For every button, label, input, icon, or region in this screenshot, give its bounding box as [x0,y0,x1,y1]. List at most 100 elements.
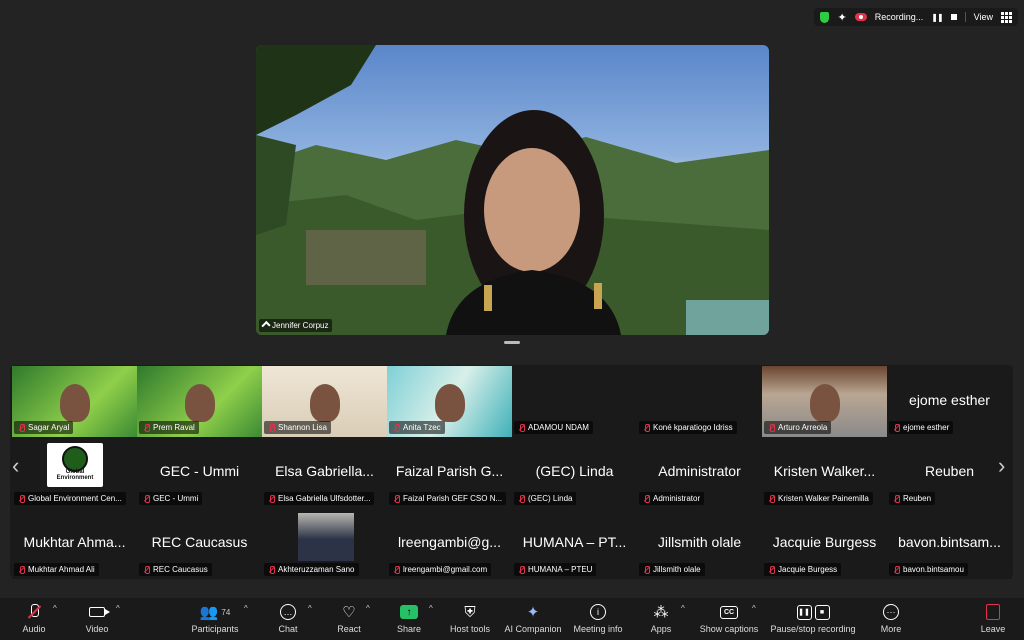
react-options-chevron-icon[interactable]: ^ [366,604,370,613]
participant-tile[interactable]: Prem Raval [137,366,262,437]
active-speaker-video[interactable]: Jennifer Corpuz [256,45,769,335]
apps-button[interactable]: ⁂ Apps [623,602,699,634]
participants-icon: 👥 [199,604,219,621]
gallery-strip: Sagar Aryal Prem Raval Shannon Lisa Anita T… [10,365,1013,579]
participant-tile[interactable]: Jillsmith olale Jillsmith olale [637,508,762,579]
leave-door-icon [986,604,1000,620]
next-page-arrow[interactable]: › [998,453,1005,479]
muted-mic-icon [143,423,150,432]
ai-sparkle-icon[interactable]: ✦ [837,11,846,24]
participant-name: lreengambi@gmail.com [403,565,488,574]
participant-video-figure [185,384,215,422]
participant-tile[interactable]: Jacquie Burgess Jacquie Burgess [762,508,887,579]
muted-mic-icon [18,494,25,503]
shield-icon: ⛨ [464,603,476,621]
participants-options-chevron-icon[interactable]: ^ [244,604,248,613]
participant-name-tag: Jillsmith olale [639,563,705,576]
participant-tile[interactable]: lreengambi@g... lreengambi@gmail.com [387,508,512,579]
participant-video-figure [310,384,340,422]
muted-mic-icon [143,494,150,503]
participant-display-name: lreengambi@g... [398,534,501,550]
ai-companion-label: AI Companion [504,624,562,634]
participant-tile[interactable]: Kristen Walker... Kristen Walker Painemil… [762,437,887,508]
participant-name: Faizal Parish GEF CSO N... [403,494,503,503]
cloud-recording-icon [854,13,867,21]
participant-tile[interactable]: Arturo Arreola [762,366,887,437]
speaker-video-frame [256,45,769,335]
participant-tile[interactable]: Sagar Aryal [12,366,137,437]
participant-tile[interactable]: Elsa Gabriella... Elsa Gabriella Ulfsdott… [262,437,387,508]
participant-tile[interactable]: Shannon Lisa [262,366,387,437]
muted-mic-icon [643,565,650,574]
recording-controls-button[interactable]: ❚❚ ■ Pause/stop recording [763,602,863,634]
pause-icon: ❚❚ [796,604,812,620]
leave-button[interactable]: Leave [955,602,1024,634]
audio-options-chevron-icon[interactable]: ^ [53,604,57,613]
video-options-chevron-icon[interactable]: ^ [116,604,120,613]
participant-name-tag: Mukhtar Ahmad Ali [14,563,99,576]
muted-mic-icon [393,494,400,503]
previous-page-arrow[interactable]: ‹ [12,453,19,479]
camera-icon [89,607,110,617]
participant-display-name: ejome esther [909,392,990,408]
info-icon: i [590,604,606,620]
grid-view-icon[interactable] [1001,11,1012,23]
muted-microphone-icon [28,604,40,620]
participant-tile[interactable]: REC Caucasus REC Caucasus [137,508,262,579]
participant-name: REC Caucasus [153,565,208,574]
participant-name-tag: bavon.bintsamou [889,563,968,576]
video-button[interactable]: Video [59,602,135,634]
participant-name-tag: Administrator [639,492,705,505]
more-button[interactable]: ··· More [853,602,929,634]
participant-tile[interactable]: Akhteruzzaman Sano [262,508,387,579]
participant-name: Reuben [903,494,932,503]
muted-mic-icon [268,423,275,432]
participant-tile[interactable]: Koné kparatiogo Idriss [637,366,762,437]
speaker-name-tag: Jennifer Corpuz [259,319,333,332]
view-button[interactable]: View [974,12,993,22]
participant-name-tag: Global Environment Cen... [14,492,126,505]
participant-name-tag: Arturo Arreola [764,421,832,434]
apps-icon: ⁂ [653,604,669,621]
participant-display-name: Kristen Walker... [773,463,876,479]
muted-mic-icon [768,565,775,574]
participant-tile[interactable]: GEC - Ummi GEC - Ummi [137,437,262,508]
participant-tile[interactable]: (GEC) Linda (GEC) Linda [512,437,637,508]
muted-mic-icon [518,423,525,432]
more-icon: ··· [883,604,899,620]
participant-video-figure [810,384,840,422]
participant-tile[interactable]: Reuben Reuben [887,437,1012,508]
participant-tile[interactable]: Global Environment Global Environment Cen… [12,437,137,508]
participants-button[interactable]: 👥 74 Participants [177,602,253,634]
participant-tile[interactable]: Mukhtar Ahma... Mukhtar Ahmad Ali [12,508,137,579]
share-label: Share [396,624,422,634]
participant-display-name: (GEC) Linda [535,463,614,479]
encryption-shield-icon[interactable] [820,11,830,23]
stop-recording-icon[interactable] [950,14,957,20]
participant-tile[interactable]: HUMANA – PT... HUMANA – PTEU [512,508,637,579]
muted-mic-icon [393,423,400,432]
participant-name-tag: Elsa Gabriella Ulfsdotter... [264,492,375,505]
stop-icon: ■ [814,604,830,620]
participant-tile[interactable]: Administrator Administrator [637,437,762,508]
participant-tile[interactable]: ejome esther ejome esther [887,366,1012,437]
participant-name: Global Environment Cen... [28,494,122,503]
pause-recording-icon[interactable]: ❚❚ [931,13,943,22]
participant-name-tag: Faizal Parish GEF CSO N... [389,492,507,505]
participant-name-tag: HUMANA – PTEU [514,563,597,576]
resize-handle[interactable] [504,341,520,344]
participant-display-name: Elsa Gabriella... [275,463,374,479]
participant-name: Koné kparatiogo Idriss [653,423,733,432]
participant-name-tag: lreengambi@gmail.com [389,563,492,576]
participant-name: Kristen Walker Painemilla [778,494,869,503]
participant-tile[interactable]: bavon.bintsam... bavon.bintsamou [887,508,1012,579]
participant-video-figure [60,384,90,422]
captions-options-chevron-icon[interactable]: ^ [752,604,756,613]
participant-tile[interactable]: Anita Tzec [387,366,512,437]
participant-tile[interactable]: ADAMOU NDAM [512,366,637,437]
participant-name: ADAMOU NDAM [528,423,589,432]
participant-name: Akhteruzzaman Sano [278,565,355,574]
apps-options-chevron-icon[interactable]: ^ [681,604,685,613]
muted-mic-icon [393,565,400,574]
participant-tile[interactable]: Faizal Parish G... Faizal Parish GEF CSO … [387,437,512,508]
